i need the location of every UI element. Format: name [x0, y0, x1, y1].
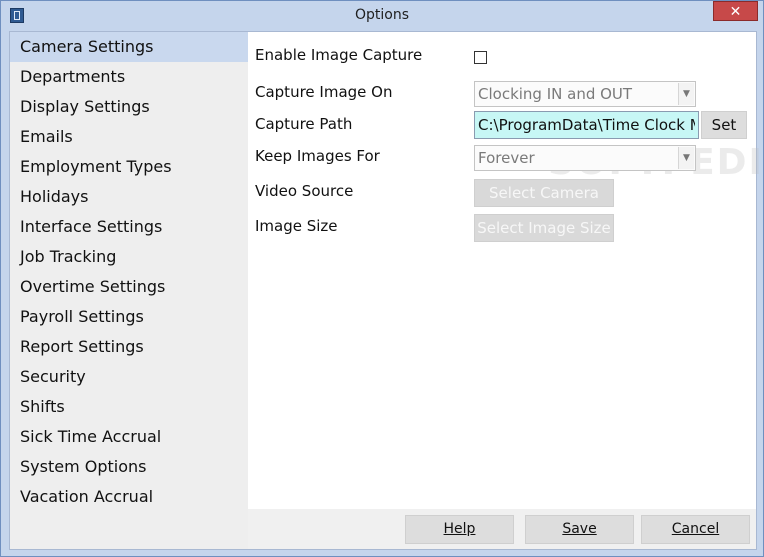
client-area: Camera Settings Departments Display Sett… — [9, 31, 764, 550]
chevron-down-icon[interactable]: ▼ — [678, 83, 694, 105]
capture-on-label: Capture Image On — [255, 83, 393, 101]
help-button-label: Help — [443, 521, 476, 537]
sidebar-item-departments[interactable]: Departments — [10, 62, 248, 92]
enable-capture-label: Enable Image Capture — [255, 46, 423, 64]
capture-on-value: Clocking IN and OUT — [478, 85, 633, 103]
video-source-label: Video Source — [255, 182, 354, 200]
sidebar-item-payroll-settings[interactable]: Payroll Settings — [10, 302, 248, 332]
keep-images-label: Keep Images For — [255, 147, 380, 165]
select-camera-button[interactable]: Select Camera — [474, 179, 614, 207]
sidebar-item-sick-time-accrual[interactable]: Sick Time Accrual — [10, 422, 248, 452]
sidebar-item-holidays[interactable]: Holidays — [10, 182, 248, 212]
options-sidebar: Camera Settings Departments Display Sett… — [10, 32, 248, 549]
save-button-label: Save — [562, 521, 597, 537]
sidebar-item-vacation-accrual[interactable]: Vacation Accrual — [10, 482, 248, 512]
capture-path-label: Capture Path — [255, 115, 353, 133]
sidebar-item-overtime-settings[interactable]: Overtime Settings — [10, 272, 248, 302]
sidebar-item-job-tracking[interactable]: Job Tracking — [10, 242, 248, 272]
keep-images-value: Forever — [478, 149, 535, 167]
sidebar-item-security[interactable]: Security — [10, 362, 248, 392]
chevron-down-icon[interactable]: ▼ — [678, 147, 694, 169]
title-bar: Options ✕ — [1, 1, 763, 31]
dialog-footer: Help Save Cancel — [248, 509, 756, 549]
options-window: Options ✕ Camera Settings Departments Di… — [0, 0, 764, 557]
save-button[interactable]: Save — [525, 515, 634, 544]
window-title: Options — [354, 7, 410, 23]
cancel-button[interactable]: Cancel — [641, 515, 750, 544]
keep-images-select[interactable]: Forever ▼ — [474, 145, 696, 171]
close-button[interactable]: ✕ — [713, 1, 758, 21]
set-path-button[interactable]: Set — [701, 111, 747, 139]
sidebar-item-interface-settings[interactable]: Interface Settings — [10, 212, 248, 242]
image-size-label: Image Size — [255, 217, 338, 235]
sidebar-item-system-options[interactable]: System Options — [10, 452, 248, 482]
help-button[interactable]: Help — [405, 515, 514, 544]
enable-capture-checkbox[interactable] — [474, 51, 487, 64]
sidebar-item-report-settings[interactable]: Report Settings — [10, 332, 248, 362]
sidebar-item-emails[interactable]: Emails — [10, 122, 248, 152]
sidebar-item-shifts[interactable]: Shifts — [10, 392, 248, 422]
camera-settings-panel: SOFTPEDIA Enable Image Capture Capture I… — [248, 32, 764, 509]
sidebar-item-employment-types[interactable]: Employment Types — [10, 152, 248, 182]
sidebar-item-camera-settings[interactable]: Camera Settings — [10, 32, 248, 62]
cancel-button-label: Cancel — [671, 521, 720, 537]
capture-on-select[interactable]: Clocking IN and OUT ▼ — [474, 81, 696, 107]
select-image-size-button[interactable]: Select Image Size — [474, 214, 614, 242]
capture-path-input[interactable] — [474, 111, 699, 139]
sidebar-item-display-settings[interactable]: Display Settings — [10, 92, 248, 122]
